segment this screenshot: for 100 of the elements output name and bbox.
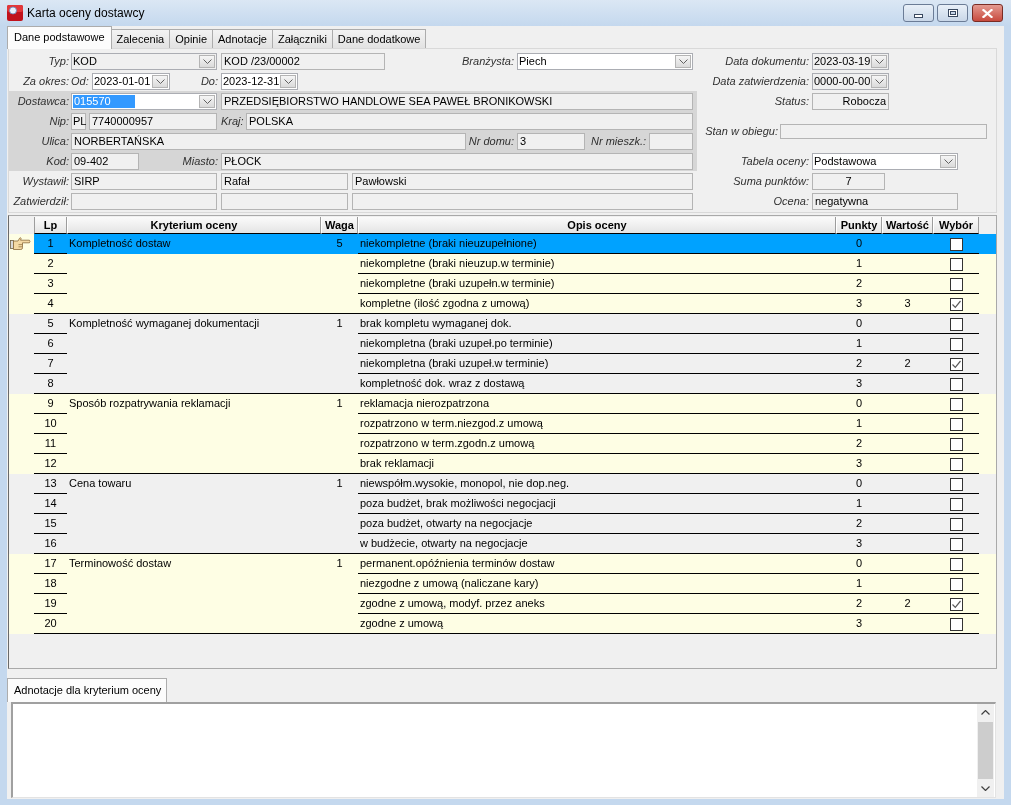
- rating-field[interactable]: negatywna: [812, 192, 958, 210]
- column-header[interactable]: Kryterium oceny: [67, 217, 321, 234]
- field-label: Miasto:: [181, 153, 218, 169]
- checkbox[interactable]: [949, 337, 963, 351]
- first-name-field[interactable]: [221, 192, 348, 210]
- checkbox[interactable]: [949, 457, 963, 471]
- dropdown-button[interactable]: [152, 74, 168, 88]
- tab[interactable]: Adnotacje: [212, 29, 273, 48]
- checkbox[interactable]: [949, 257, 963, 271]
- dropdown-button[interactable]: [675, 54, 691, 68]
- checkbox[interactable]: [949, 417, 963, 431]
- tab[interactable]: Opinie: [169, 29, 213, 48]
- checkbox[interactable]: [949, 437, 963, 451]
- checkbox[interactable]: [949, 297, 963, 311]
- tab[interactable]: Adnotacje dla kryterium oceny: [7, 678, 167, 702]
- table-row[interactable]: 20 zgodne z umową 3: [9, 614, 996, 634]
- table-row[interactable]: 4 kompletne (ilość zgodna z umową) 3 3: [9, 294, 996, 314]
- checkbox[interactable]: [949, 557, 963, 571]
- dropdown-button[interactable]: [280, 74, 297, 88]
- table-row[interactable]: 14 poza budżet, brak możliwości negocjacji 1: [9, 494, 996, 514]
- column-header[interactable]: Waga: [321, 217, 358, 234]
- checkbox[interactable]: [949, 317, 963, 331]
- checkbox[interactable]: [949, 577, 963, 591]
- scrollbar-thumb[interactable]: [978, 722, 993, 779]
- table-cell: 1: [321, 554, 358, 574]
- column-header[interactable]: Lp: [34, 217, 67, 234]
- table-row[interactable]: 1 Kompletność dostaw 5 niekompletne (braki nieuzupełnione) 0: [9, 234, 996, 254]
- street-field[interactable]: NORBERTAŃSKA: [71, 132, 466, 150]
- table-cell: 20: [34, 614, 67, 634]
- table-cell: 9: [34, 394, 67, 414]
- checkbox[interactable]: [949, 537, 963, 551]
- field-label: Nip:: [48, 113, 69, 129]
- postal-code-field[interactable]: 09-402: [71, 152, 139, 170]
- table-row[interactable]: 3 niekompletne (braki uzupełn.w terminie) 2: [9, 274, 996, 294]
- checkbox[interactable]: [949, 237, 963, 251]
- column-header[interactable]: Wartość: [882, 217, 933, 234]
- user-code-field[interactable]: [71, 192, 217, 210]
- table-row[interactable]: 18 niezgodne z umową (naliczane kary) 1: [9, 574, 996, 594]
- checkbox[interactable]: [949, 517, 963, 531]
- user-code-field[interactable]: SIRP: [71, 172, 217, 190]
- flat-number-field[interactable]: [649, 132, 693, 150]
- scrollbar[interactable]: [977, 704, 994, 797]
- column-header[interactable]: Punkty: [836, 217, 882, 234]
- buyer-dropdown[interactable]: Piech: [517, 52, 693, 70]
- table-cell: 1: [836, 254, 882, 274]
- table-row[interactable]: 9 Sposób rozpatrywania reklamacji 1 reklamacja nierozpatrzona 0: [9, 394, 996, 414]
- last-name-field[interactable]: [352, 192, 693, 210]
- nip-prefix-field[interactable]: PL: [71, 112, 86, 130]
- tab[interactable]: Załączniki: [271, 29, 333, 48]
- table-row[interactable]: 7 niekompletna (braki uzupeł.w terminie) 2 2: [9, 354, 996, 374]
- checkbox[interactable]: [949, 277, 963, 291]
- date-from-picker[interactable]: 2023-01-01: [92, 72, 170, 90]
- table-row[interactable]: 2 niekompletne (braki nieuzup.w terminie) 1: [9, 254, 996, 274]
- tab[interactable]: Dane dodatkowe: [331, 29, 427, 48]
- checkbox[interactable]: [949, 617, 963, 631]
- chevron-down-icon: [155, 78, 165, 84]
- table-row[interactable]: 17 Terminowość dostaw 1 permanent.opóźnienia terminów dostaw 0: [9, 554, 996, 574]
- table-cell: kompletne (ilość zgodna z umową): [358, 294, 836, 314]
- document-number-field[interactable]: KOD /23/00002: [221, 52, 385, 70]
- table-row[interactable]: 15 poza budżet, otwarty na negocjacje 2: [9, 514, 996, 534]
- table-cell: 5: [321, 234, 358, 254]
- table-cell: niekompletne (braki nieuzupełnione): [358, 234, 836, 254]
- column-header[interactable]: Wybór: [933, 217, 979, 234]
- checkbox[interactable]: [949, 497, 963, 511]
- last-name-field[interactable]: Pawłowski: [352, 172, 693, 190]
- date-to-picker[interactable]: 2023-12-31: [221, 72, 298, 90]
- minimize-button[interactable]: [903, 4, 934, 22]
- first-name-field[interactable]: Rafał: [221, 172, 348, 190]
- city-field[interactable]: PŁOCK: [221, 152, 693, 170]
- status-field[interactable]: Robocza: [812, 92, 889, 110]
- checkmark-icon: [950, 358, 962, 370]
- dropdown-button[interactable]: [199, 94, 215, 108]
- table-cell: rozpatrzono w term.niezgod.z umową: [358, 414, 836, 434]
- dropdown-button[interactable]: [940, 154, 956, 168]
- close-button[interactable]: [972, 4, 1003, 22]
- tab[interactable]: Zalecenia: [110, 29, 171, 48]
- tab[interactable]: Dane podstawowe: [7, 26, 112, 49]
- country-field[interactable]: POLSKA: [246, 112, 693, 130]
- table-row[interactable]: 5 Kompletność wymaganej dokumentacji 1 brak kompletu wymaganej dok. 0: [9, 314, 996, 334]
- table-row[interactable]: 10 rozpatrzono w term.niezgod.z umową 1: [9, 414, 996, 434]
- checkbox[interactable]: [949, 377, 963, 391]
- checkbox[interactable]: [949, 597, 963, 611]
- points-sum-field[interactable]: 7: [812, 172, 885, 190]
- house-number-field[interactable]: 3: [517, 132, 585, 150]
- checkbox[interactable]: [949, 477, 963, 491]
- rating-table-dropdown[interactable]: Podstawowa: [812, 152, 958, 170]
- table-row[interactable]: 6 niekompletna (braki uzupeł.po terminie) 1: [9, 334, 996, 354]
- table-row[interactable]: 11 rozpatrzono w term.zgodn.z umową 2: [9, 434, 996, 454]
- supplier-name-field[interactable]: PRZEDSIĘBIORSTWO HANDLOWE SEA PAWEŁ BRONIKOWSKI: [221, 92, 693, 110]
- table-row[interactable]: 8 kompletność dok. wraz z dostawą 3: [9, 374, 996, 394]
- table-row[interactable]: 16 w budżecie, otwarty na negocjacje 3: [9, 534, 996, 554]
- maximize-button[interactable]: [937, 4, 968, 22]
- checkbox[interactable]: [949, 397, 963, 411]
- checkbox[interactable]: [949, 357, 963, 371]
- table-row[interactable]: 12 brak reklamacji 3: [9, 454, 996, 474]
- table-row[interactable]: 13 Cena towaru 1 niewspółm.wysokie, monopol, nie dop.neg. 0: [9, 474, 996, 494]
- nip-field[interactable]: 7740000957: [89, 112, 217, 130]
- workflow-state-field[interactable]: [780, 123, 987, 139]
- column-header[interactable]: Opis oceny: [358, 217, 836, 234]
- table-row[interactable]: 19 zgodne z umową, modyf. przez aneks 2 2: [9, 594, 996, 614]
